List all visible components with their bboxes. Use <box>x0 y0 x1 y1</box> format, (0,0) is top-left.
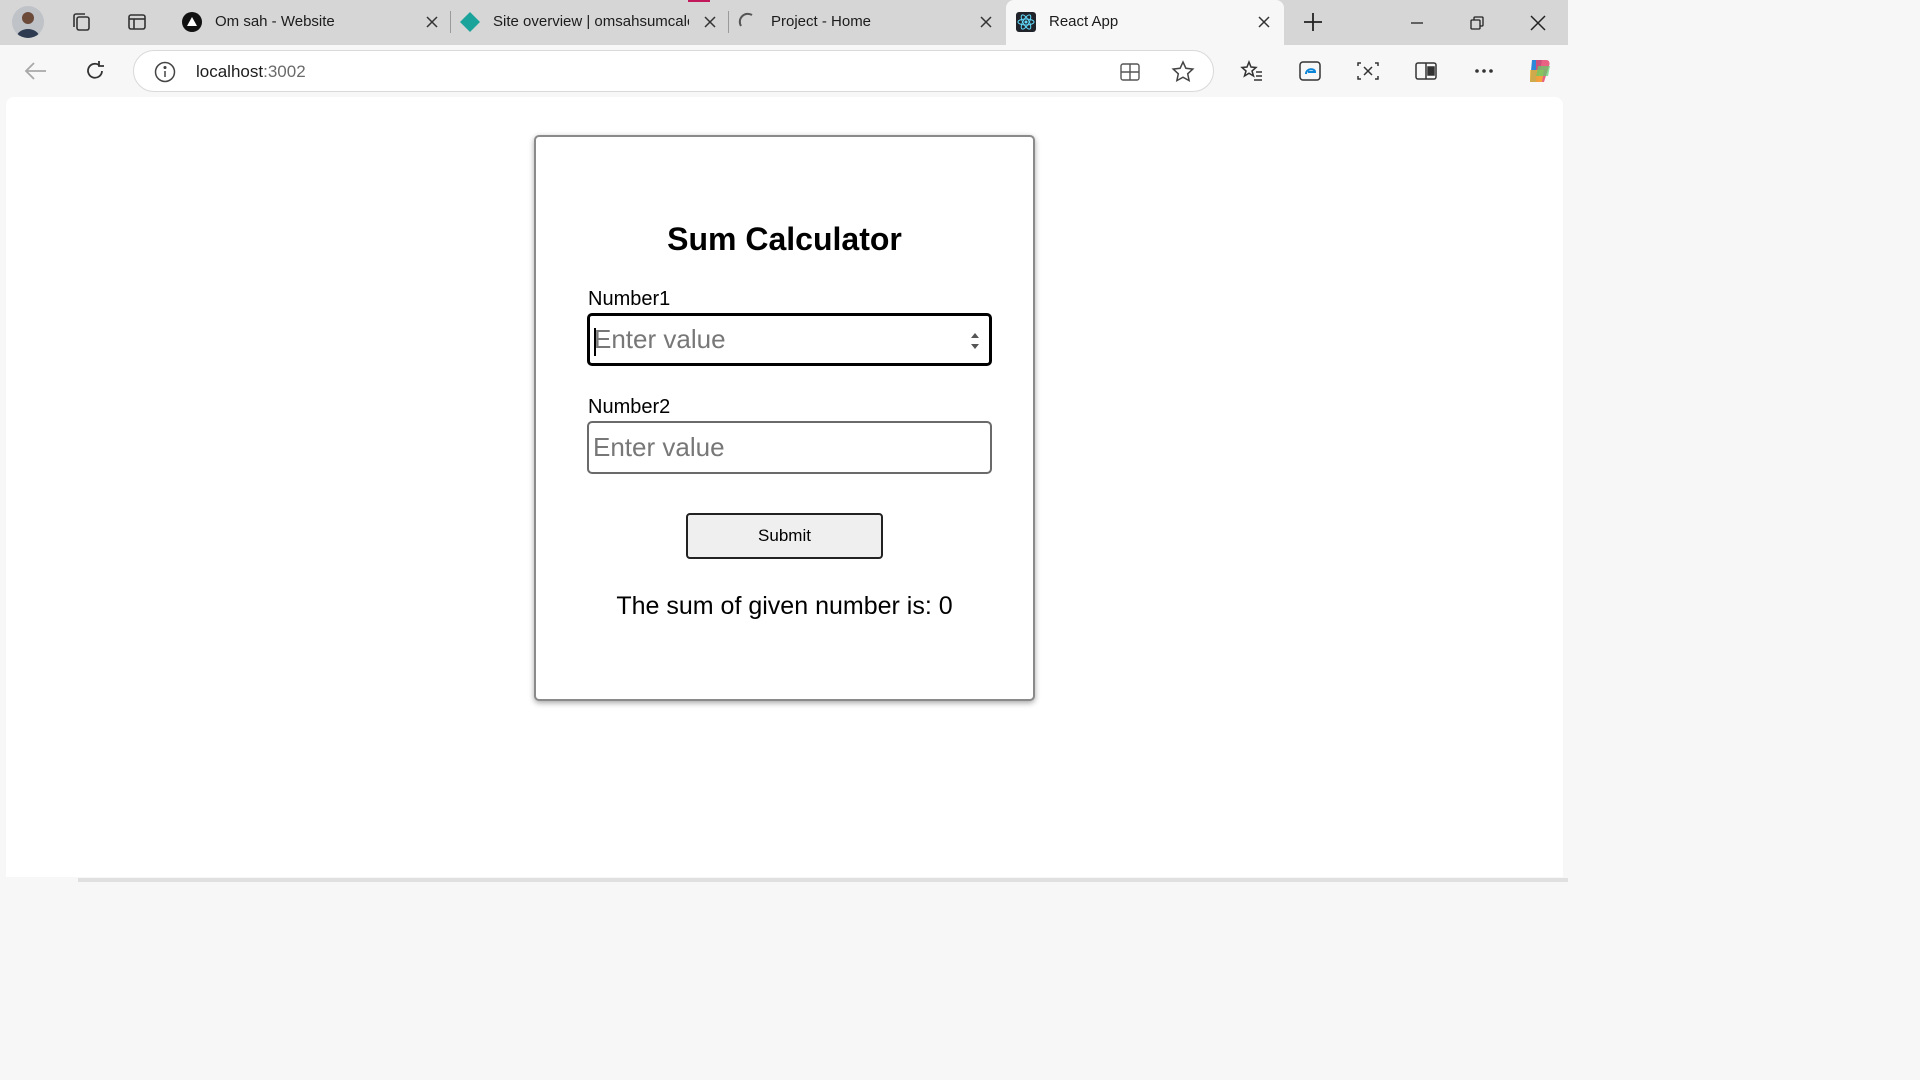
number2-label: Number2 <box>588 396 671 418</box>
calculator-card: Sum Calculator Number1 Number2 Submit Th… <box>534 135 1035 701</box>
triangle-logo-icon <box>182 12 202 32</box>
workspaces-icon[interactable] <box>64 6 98 38</box>
page-title: Sum Calculator <box>667 221 902 257</box>
loading-spinner-icon <box>738 12 758 32</box>
tab-title: React App <box>1049 13 1119 30</box>
screenshot-icon[interactable] <box>1351 54 1385 88</box>
favorites-icon[interactable] <box>1235 54 1269 88</box>
tab-title: Om sah - Website <box>215 13 335 30</box>
close-icon[interactable] <box>700 12 720 32</box>
restore-icon[interactable] <box>1447 0 1507 45</box>
netlify-logo-icon <box>460 12 480 32</box>
profile-avatar[interactable] <box>12 6 44 38</box>
close-icon[interactable] <box>1254 12 1274 32</box>
address-bar[interactable]: localhost:3002 <box>133 50 1214 92</box>
number-spinner-icon[interactable] <box>969 330 981 352</box>
minimize-icon[interactable] <box>1387 0 1447 45</box>
url-text[interactable]: localhost:3002 <box>196 62 306 82</box>
tab-react-app[interactable]: React App <box>1006 0 1284 45</box>
number1-input[interactable] <box>594 316 954 363</box>
horizontal-scrollbar[interactable] <box>78 878 1568 882</box>
tab-title: Project - Home <box>771 13 872 30</box>
sum-result-text: The sum of given number is: 0 <box>616 592 953 620</box>
site-info-icon[interactable] <box>154 61 176 88</box>
split-screen-icon[interactable] <box>1409 54 1443 88</box>
new-tab-plus-icon[interactable] <box>1296 6 1330 38</box>
tab-title: Site overview | omsahsumcalc <box>493 13 689 30</box>
page-viewport: Sum Calculator Number1 Number2 Submit Th… <box>6 97 1563 877</box>
tab-strip: Om sah - Website Site overview | omsahsu… <box>0 0 1568 45</box>
url-host: localhost <box>196 62 264 81</box>
close-icon[interactable] <box>976 12 996 32</box>
close-icon[interactable] <box>422 12 442 32</box>
back-arrow-icon[interactable] <box>19 54 53 88</box>
vertical-tabs-icon[interactable] <box>120 6 154 38</box>
number1-field[interactable] <box>587 313 992 366</box>
tab-site-overview[interactable]: Site overview | omsahsumcalc <box>450 0 728 45</box>
text-caret <box>594 328 596 356</box>
tab-om-sah-website[interactable]: Om sah - Website <box>172 0 450 45</box>
submit-button[interactable]: Submit <box>686 513 883 559</box>
app-available-icon[interactable] <box>1119 61 1141 88</box>
browser-toolbar: localhost:3002 <box>0 45 1568 97</box>
copilot-icon[interactable] <box>1522 54 1556 88</box>
number2-field[interactable] <box>587 421 992 474</box>
url-port: :3002 <box>263 62 306 81</box>
refresh-icon[interactable] <box>78 54 112 88</box>
number2-input[interactable] <box>593 423 953 472</box>
loading-indicator <box>688 0 710 2</box>
close-window-icon[interactable] <box>1508 0 1568 45</box>
react-logo-icon <box>1016 12 1036 32</box>
number1-label: Number1 <box>588 288 671 310</box>
edge-browser-essentials-icon[interactable] <box>1293 54 1327 88</box>
favorite-star-icon[interactable] <box>1171 60 1195 89</box>
more-options-icon[interactable] <box>1467 54 1501 88</box>
tab-project-home[interactable]: Project - Home <box>728 0 1006 45</box>
